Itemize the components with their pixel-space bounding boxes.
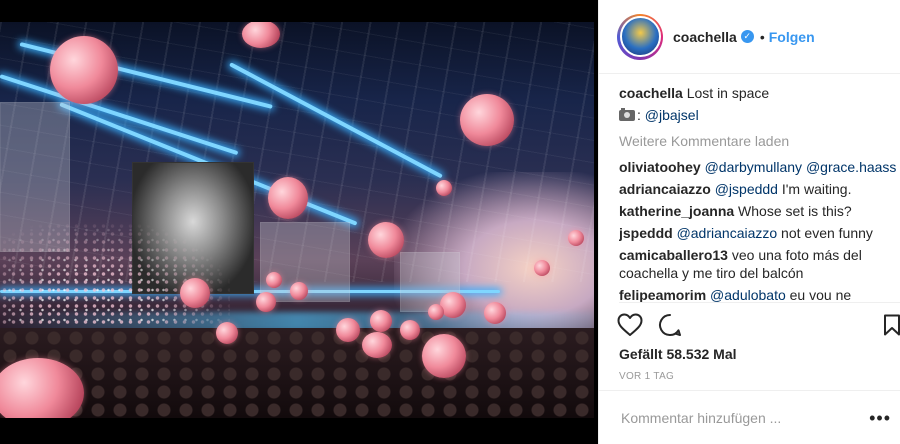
comment-username[interactable]: oliviatoohey <box>619 159 701 175</box>
comment-mention[interactable]: @darbymullany <box>705 159 802 175</box>
balloon <box>216 322 238 344</box>
caption-credit-prefix: : <box>637 107 645 123</box>
crowd <box>0 328 594 418</box>
comment-text: not even funny <box>777 225 873 241</box>
separator-dot: • <box>759 28 765 45</box>
comment-mention[interactable]: @jspeddd <box>715 181 778 197</box>
comment-text: Whose set is this? <box>738 203 852 219</box>
balloon <box>400 320 420 340</box>
divider <box>619 302 900 303</box>
save-button[interactable] <box>879 312 900 338</box>
follow-button[interactable]: Folgen <box>769 29 815 45</box>
avatar[interactable] <box>617 13 663 60</box>
balloon <box>266 272 282 288</box>
balloon <box>422 334 466 378</box>
comment-button[interactable] <box>657 312 683 338</box>
comment-username[interactable]: jspeddd <box>619 225 673 241</box>
balloon <box>460 94 514 146</box>
comment-username[interactable]: adriancaiazzo <box>619 181 711 197</box>
balloon <box>336 318 360 342</box>
caption-username[interactable]: coachella <box>619 85 683 101</box>
balloon <box>268 177 308 219</box>
comment-item: camicaballero13 veo una foto más del coa… <box>619 246 899 282</box>
balloon <box>484 302 506 324</box>
heart-outline-icon <box>617 313 643 336</box>
post-sidebar: coachella ✓ • Folgen coachella Lost in s… <box>598 0 900 444</box>
comment-username[interactable]: camicaballero13 <box>619 247 728 263</box>
caption-credit: : @jbajsel <box>619 106 899 124</box>
balloon <box>362 332 392 358</box>
comment-box: ••• <box>599 390 900 444</box>
avatar-image <box>619 16 661 57</box>
post-header: coachella ✓ • Folgen <box>599 0 900 74</box>
comment-item: adriancaiazzo @jspeddd I'm waiting. <box>619 180 899 198</box>
more-options-button[interactable]: ••• <box>869 409 891 427</box>
comment-item: katherine_joanna Whose set is this? <box>619 202 899 220</box>
caption: coachella Lost in space <box>619 84 899 102</box>
comment-text: eu vou ne <box>785 287 852 302</box>
speech-bubble-icon <box>659 314 681 336</box>
camera-icon <box>619 108 635 121</box>
balloon <box>180 278 210 308</box>
load-more-comments[interactable]: Weitere Kommentare laden <box>619 132 899 150</box>
header-username[interactable]: coachella <box>673 29 737 45</box>
comment-item: felipeamorim @adulobato eu vou ne <box>619 286 899 302</box>
caption-credit-mention[interactable]: @jbajsel <box>645 107 699 123</box>
comment-mention[interactable]: @grace.haass <box>806 159 896 175</box>
like-count[interactable]: Gefällt 58.532 Mal <box>619 346 737 362</box>
caption-text: Lost in space <box>686 85 770 101</box>
balloon <box>568 230 584 246</box>
balloon <box>290 282 308 300</box>
comment-username[interactable]: katherine_joanna <box>619 203 734 219</box>
balloon <box>428 304 444 320</box>
balloon <box>534 260 550 276</box>
balloon <box>50 36 118 104</box>
comment-mention[interactable]: @adriancaiazzo <box>677 225 778 241</box>
verified-badge-icon: ✓ <box>740 30 754 43</box>
action-bar <box>599 306 900 342</box>
balloon <box>368 222 404 258</box>
comment-username[interactable]: felipeamorim <box>619 287 706 302</box>
bookmark-icon <box>884 314 900 336</box>
comment-item: jspeddd @adriancaiazzo not even funny <box>619 224 899 242</box>
post-image[interactable] <box>0 22 594 418</box>
comment-input[interactable] <box>621 409 861 426</box>
comment-item: oliviatoohey @darbymullany @grace.haass <box>619 158 899 176</box>
balloon <box>440 292 466 318</box>
post-age: VOR 1 TAG <box>619 371 675 382</box>
comments-list[interactable]: coachella Lost in space : @jbajsel Weite… <box>619 84 899 302</box>
comment-mention[interactable]: @adulobato <box>710 287 786 302</box>
photo-panel <box>0 0 598 444</box>
balloon <box>370 310 392 332</box>
balloon <box>256 292 276 312</box>
comment-text: I'm waiting. <box>777 181 852 197</box>
balloon <box>436 180 452 196</box>
like-button[interactable] <box>617 312 643 338</box>
